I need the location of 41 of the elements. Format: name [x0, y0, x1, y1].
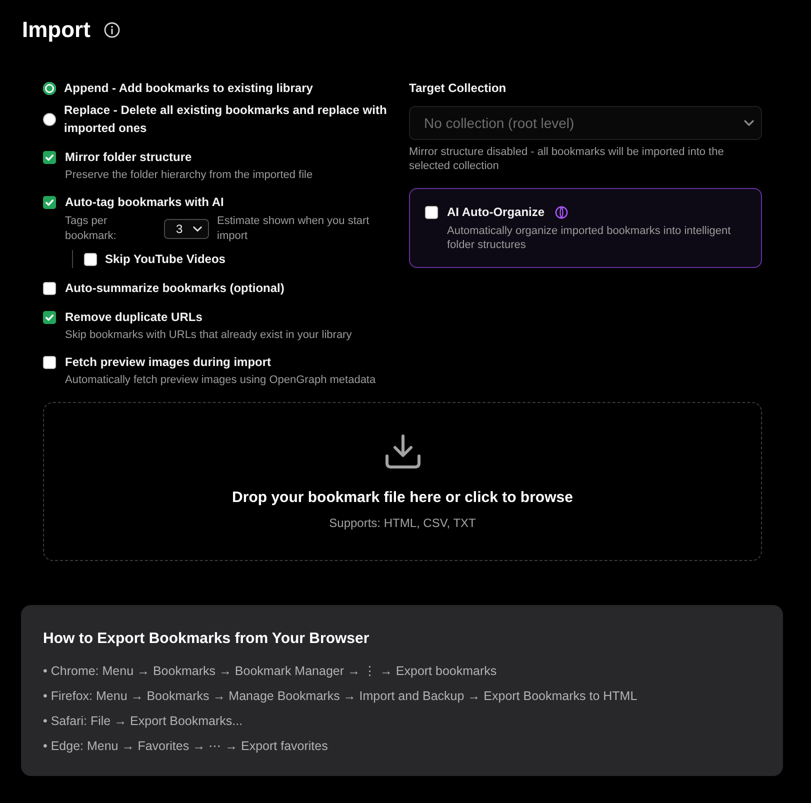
- checkbox[interactable]: [43, 356, 56, 368]
- ai-organize-description: Automatically organize imported bookmarks into intelligent folder structures: [446, 224, 732, 252]
- chevron-down-icon: [744, 120, 754, 126]
- option-label: Auto-tag bookmarks with AI: [65, 194, 224, 211]
- chevron-down-icon: [193, 226, 202, 232]
- option-label: Skip YouTube Videos: [105, 251, 226, 268]
- checkbox[interactable]: [43, 282, 56, 294]
- export-step: • Safari: File → Export Bookmarks...: [43, 711, 761, 731]
- export-step: • Chrome: Menu → Bookmarks → Bookmark Manager → ⋮ → Export bookmarks: [43, 661, 761, 681]
- checkbox[interactable]: [43, 196, 56, 208]
- option-label: Auto-summarize bookmarks (optional): [65, 280, 284, 297]
- tags-per-bookmark-label: Tags per bookmark:: [65, 214, 118, 244]
- download-icon: [384, 434, 422, 470]
- checkbox[interactable]: [43, 150, 56, 164]
- checkbox[interactable]: [43, 310, 56, 324]
- page-title: Import: [22, 17, 90, 43]
- tags-per-bookmark-select[interactable]: 3: [164, 219, 209, 239]
- export-step: • Edge: Menu → Favorites → ⋯ → Export favorites: [43, 736, 761, 756]
- option-label: Mirror folder structure: [65, 149, 192, 166]
- radio-button[interactable]: [43, 112, 56, 126]
- option-label: Remove duplicate URLs: [65, 309, 202, 326]
- collection-help-text: Mirror structure disabled - all bookmarks will be imported into the selected collection: [409, 145, 725, 173]
- option-label: Fetch preview images during import: [65, 354, 272, 371]
- estimate-note: Estimate shown when you start import: [217, 214, 370, 244]
- option-description: Preserve the folder hierarchy from the imported file: [64, 168, 314, 182]
- ai-organize-label: AI Auto-Organize: [447, 204, 545, 221]
- info-icon[interactable]: [104, 22, 120, 38]
- checkbox[interactable]: [84, 252, 97, 266]
- export-help-title: How to Export Bookmarks from Your Browser: [43, 629, 370, 649]
- export-step: • Firefox: Menu → Bookmarks → Manage Bookmarks → Import and Backup → Export Bookmarks to HTML: [43, 686, 761, 706]
- file-dropzone[interactable]: Drop your bookmark file here or click to browse Supports: HTML, CSV, TXT: [43, 402, 762, 561]
- option-description: Automatically fetch preview images using OpenGraph metadata: [64, 373, 377, 387]
- target-collection-label: Target Collection: [409, 80, 508, 97]
- split-circle-icon: [554, 206, 568, 218]
- supported-formats: Supports: HTML, CSV, TXT: [329, 515, 476, 531]
- radio-label: Append - Add bookmarks to existing library: [64, 80, 313, 97]
- option-description: Skip bookmarks with URLs that already exist in your library: [64, 328, 353, 342]
- radio-button[interactable]: [43, 82, 56, 94]
- dropzone-title: Drop your bookmark file here or click to browse: [232, 488, 573, 508]
- radio-label: Replace - Delete all existing bookmarks and replace with imported ones: [64, 102, 388, 137]
- checkbox[interactable]: [425, 206, 438, 218]
